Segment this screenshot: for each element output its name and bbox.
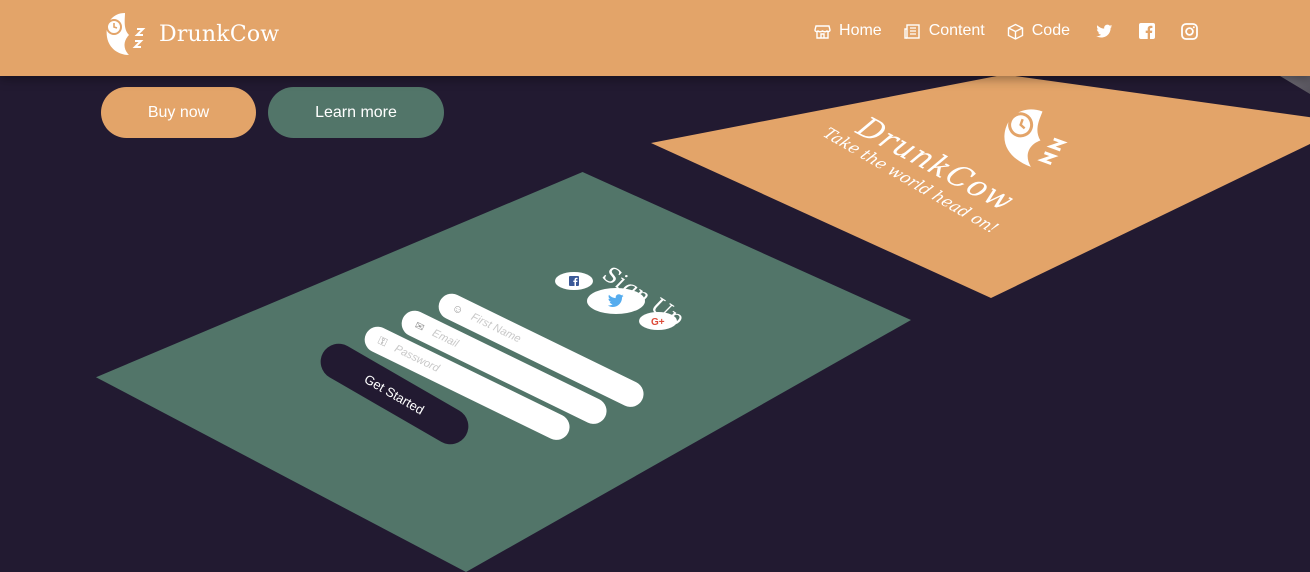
google-plus-signup-button[interactable]: G+ — [639, 312, 677, 330]
facebook-link[interactable] — [1139, 23, 1155, 39]
twitter-signup-button[interactable] — [587, 288, 645, 314]
cow-logo-icon — [106, 13, 146, 55]
newspaper-icon — [904, 23, 920, 39]
nav-content-label: Content — [928, 22, 985, 39]
mail-icon: ✉ — [412, 319, 427, 335]
nav-content-link[interactable]: Content — [904, 22, 985, 40]
facebook-signup-button[interactable] — [555, 272, 593, 290]
brand-name: DrunkCow — [159, 21, 280, 47]
instagram-icon — [1181, 22, 1198, 40]
learn-more-button[interactable]: Learn more — [268, 87, 444, 138]
store-icon — [814, 24, 831, 39]
nav-code-label: Code — [1031, 22, 1070, 39]
user-icon: ☺ — [449, 301, 466, 318]
lock-icon: ⚿ — [376, 334, 389, 349]
twitter-icon — [607, 294, 624, 307]
nav-code-link[interactable]: Code — [1007, 22, 1070, 40]
nav-menu: Home Content Code — [792, 22, 1198, 40]
brand-link[interactable]: DrunkCow — [101, 11, 279, 57]
twitter-link[interactable] — [1096, 24, 1113, 39]
navbar: DrunkCow Home Content Code — [0, 0, 1310, 76]
buy-now-button[interactable]: Buy now — [101, 87, 256, 138]
facebook-icon — [569, 276, 579, 286]
facebook-icon — [1139, 23, 1155, 39]
google-plus-icon: G+ — [651, 317, 665, 326]
svg-text:G+: G+ — [651, 317, 665, 326]
email-placeholder: Email — [430, 327, 461, 351]
nav-home-link[interactable]: Home — [814, 22, 882, 40]
twitter-icon — [1096, 24, 1113, 38]
instagram-link[interactable] — [1181, 22, 1198, 40]
box-icon — [1007, 23, 1023, 40]
nav-home-label: Home — [839, 22, 882, 39]
